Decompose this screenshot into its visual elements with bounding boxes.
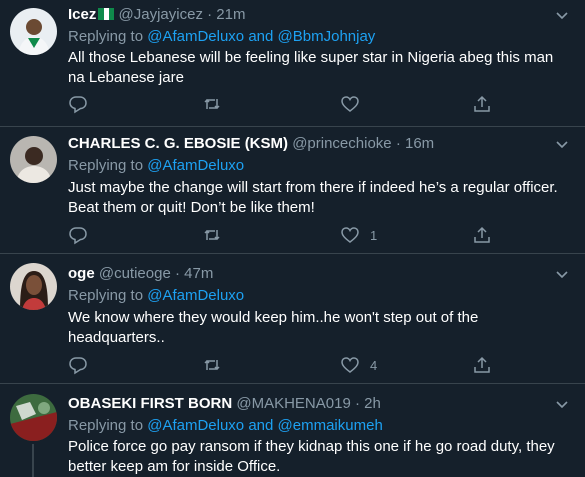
avatar[interactable] [10, 8, 57, 55]
tweet-text: All those Lebanese will be feeling like … [68, 49, 554, 86]
chevron-down-icon[interactable] [553, 395, 571, 413]
timestamp[interactable]: 47m [184, 265, 213, 282]
retweet-icon [204, 359, 220, 371]
replying-prefix: Replying to [68, 287, 144, 304]
mention-link[interactable]: @emmaikumeh [278, 417, 383, 434]
mention-link[interactable]: @BbmJohnjay [278, 28, 376, 45]
timestamp[interactable]: 16m [405, 135, 434, 152]
retweet-icon [204, 229, 220, 241]
user-handle[interactable]: @Jayjayicez [119, 6, 203, 23]
display-name[interactable]: CHARLES C. G. EBOSIE (KSM) [68, 135, 288, 152]
reply-icon [69, 227, 87, 245]
display-name[interactable]: Icez [68, 6, 96, 23]
retweet-button[interactable] [202, 94, 222, 114]
reply-icon [69, 357, 87, 375]
reply-button[interactable] [68, 355, 88, 375]
share-icon [474, 356, 490, 373]
avatar[interactable] [10, 136, 57, 183]
share-button[interactable] [472, 355, 492, 375]
reply-icon [69, 96, 87, 114]
display-name[interactable]: oge [68, 265, 95, 282]
separator-dot: · [354, 395, 360, 412]
tweet-header: CHARLES C. G. EBOSIE (KSM) @princechioke… [68, 134, 434, 154]
separator-dot: · [207, 6, 213, 23]
tweet[interactable]: OBASEKI FIRST BORN @MAKHENA019 · 2h Repl… [0, 384, 585, 477]
tweet[interactable]: oge @cutieoge · 47m Replying to @AfamDel… [0, 254, 585, 384]
like-button[interactable]: 1 [340, 225, 377, 245]
chevron-down-icon[interactable] [553, 6, 571, 24]
replying-prefix: Replying to [68, 157, 144, 174]
share-button[interactable] [472, 94, 492, 114]
tweet-text: Just maybe the change will start from th… [68, 179, 558, 216]
avatar[interactable] [10, 394, 57, 441]
timestamp[interactable]: 21m [216, 6, 245, 23]
heart-icon [341, 357, 359, 373]
replying-to: Replying to @AfamDeluxo [68, 286, 244, 306]
replying-to: Replying to @AfamDeluxo [68, 156, 244, 176]
separator-dot: · [395, 135, 401, 152]
like-button[interactable]: 4 [340, 355, 377, 375]
mention-link[interactable]: @AfamDeluxo [147, 287, 244, 304]
tweet-text: We know where they would keep him..he wo… [68, 309, 479, 346]
and-word: and [248, 28, 274, 45]
heart-icon [341, 96, 359, 112]
replying-prefix: Replying to [68, 28, 144, 45]
thread-line [32, 444, 34, 477]
user-handle[interactable]: @princechioke [292, 135, 391, 152]
like-count: 4 [370, 357, 378, 373]
tweet-actions [68, 94, 490, 114]
and-word: and [248, 417, 274, 434]
replying-to: Replying to @AfamDeluxo and @emmaikumeh [68, 416, 383, 436]
mention-link[interactable]: @AfamDeluxo [147, 417, 244, 434]
separator-dot: · [174, 265, 180, 282]
nigeria-flag-icon [98, 8, 115, 20]
tweet-actions: 4 [68, 355, 490, 375]
share-button[interactable] [472, 225, 492, 245]
retweet-button[interactable] [202, 355, 222, 375]
tweet-actions: 1 [68, 225, 490, 245]
chevron-down-icon[interactable] [553, 265, 571, 283]
mention-link[interactable]: @AfamDeluxo [147, 157, 244, 174]
tweet[interactable]: CHARLES C. G. EBOSIE (KSM) @princechioke… [0, 127, 585, 254]
like-count: 1 [370, 227, 378, 243]
reply-button[interactable] [68, 94, 88, 114]
user-handle[interactable]: @MAKHENA019 [236, 395, 350, 412]
tweet-header: oge @cutieoge · 47m [68, 264, 213, 284]
mention-link[interactable]: @AfamDeluxo [147, 28, 244, 45]
heart-icon [341, 227, 359, 243]
share-icon [474, 226, 490, 243]
timestamp[interactable]: 2h [364, 395, 381, 412]
like-button[interactable] [340, 94, 370, 114]
avatar[interactable] [10, 263, 57, 310]
user-handle[interactable]: @cutieoge [99, 265, 171, 282]
display-name[interactable]: OBASEKI FIRST BORN [68, 395, 232, 412]
reply-button[interactable] [68, 225, 88, 245]
reply-feed: Icez @Jayjayicez · 21m Replying to @Afam… [0, 0, 585, 477]
chevron-down-icon[interactable] [553, 135, 571, 153]
tweet-text: Police force go pay ransom if they kidna… [68, 438, 555, 475]
tweet-header: OBASEKI FIRST BORN @MAKHENA019 · 2h [68, 394, 381, 414]
tweet[interactable]: Icez @Jayjayicez · 21m Replying to @Afam… [0, 0, 585, 127]
replying-to: Replying to @AfamDeluxo and @BbmJohnjay [68, 27, 375, 47]
retweet-button[interactable] [202, 225, 222, 245]
replying-prefix: Replying to [68, 417, 144, 434]
retweet-icon [204, 98, 220, 110]
share-icon [474, 95, 490, 112]
tweet-header: Icez @Jayjayicez · 21m [68, 5, 245, 25]
